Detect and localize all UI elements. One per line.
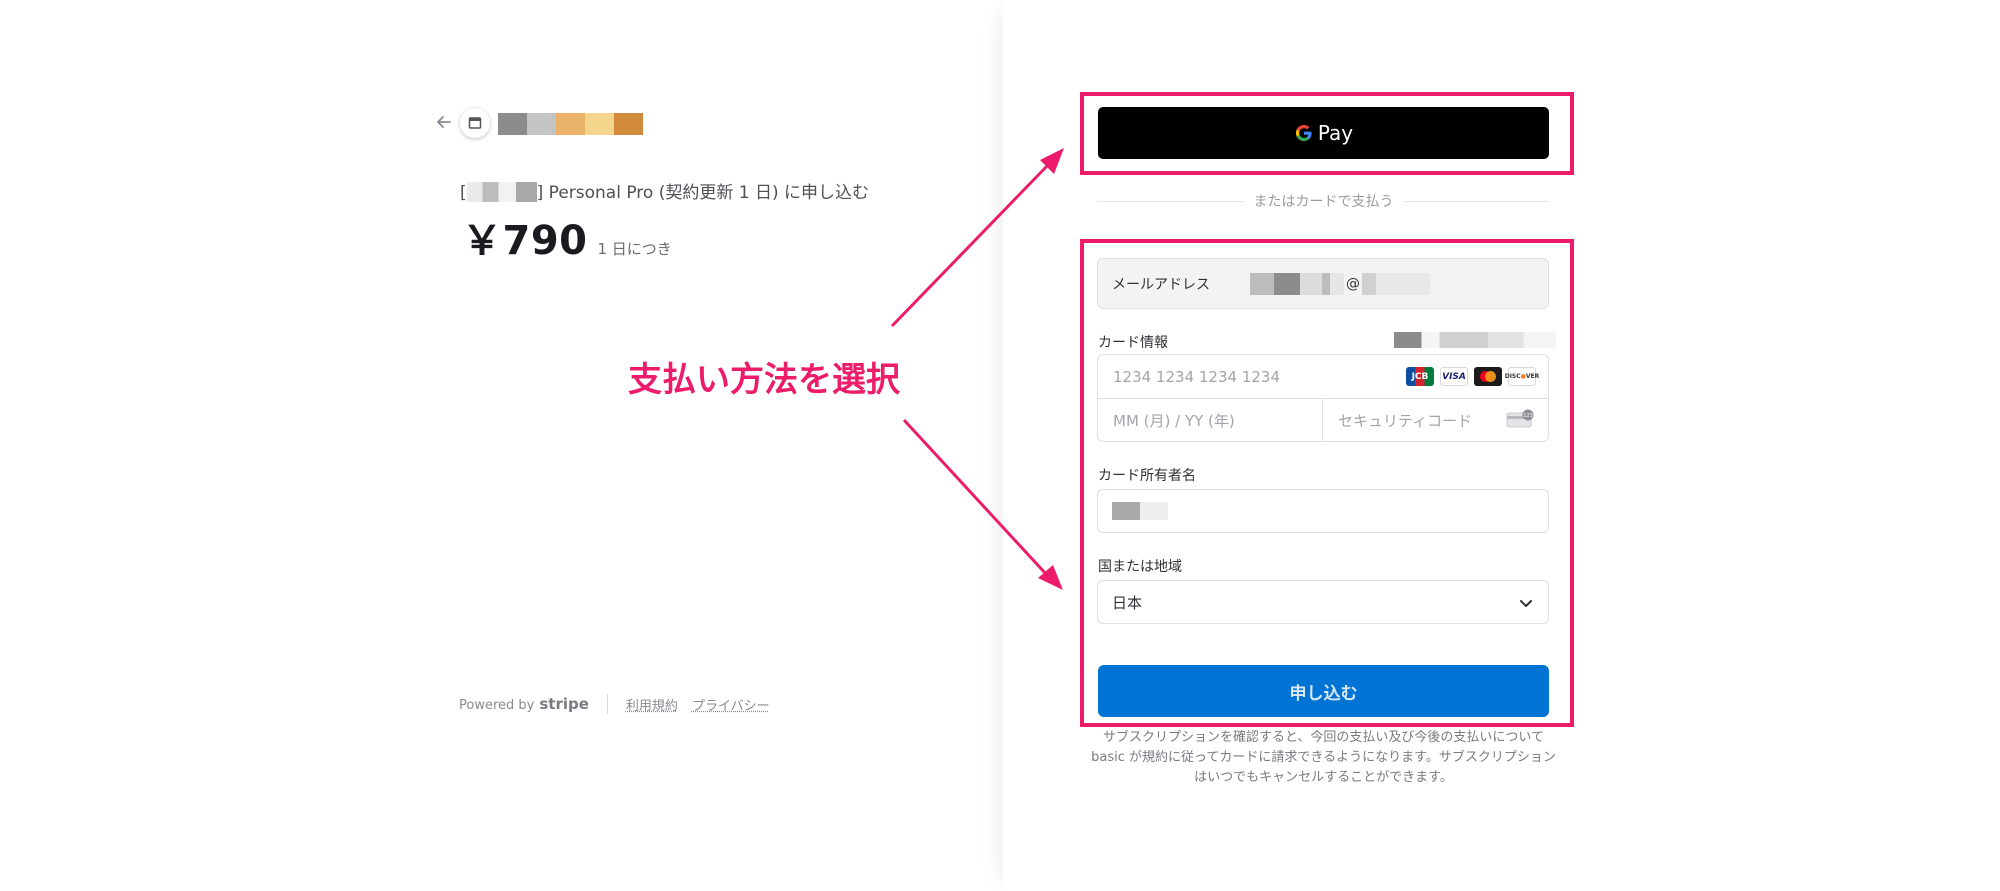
redaction-block	[498, 113, 527, 135]
back-arrow-icon[interactable]	[434, 112, 454, 132]
redaction-block	[585, 113, 614, 135]
terms-link[interactable]: 利用規約	[626, 695, 678, 714]
redaction-block	[527, 113, 556, 135]
annotation-label: 支払い方法を選択	[628, 360, 900, 400]
price-period: 1 日につき	[597, 240, 672, 258]
annotation-box-wallet	[1080, 92, 1574, 175]
stripe-logo: stripe	[539, 695, 589, 713]
merchant-name-redacted	[498, 113, 643, 135]
footer: Powered by stripe 利用規約 プライバシー	[459, 694, 784, 714]
store-icon	[468, 117, 482, 129]
price-amount: ￥790	[462, 218, 588, 264]
privacy-link[interactable]: プライバシー	[692, 695, 770, 714]
or-pay-with-card-divider: またはカードで支払う	[1098, 191, 1549, 211]
powered-by-stripe[interactable]: Powered by stripe	[459, 695, 589, 713]
footer-divider	[606, 694, 608, 714]
subscription-terms-text: サブスクリプションを確認すると、今回の支払い及び今後の支払いについて basic…	[1091, 730, 1556, 785]
redaction-block	[556, 113, 585, 135]
product-title: [] Personal Pro (契約更新 1 日) に申し込む	[460, 182, 870, 203]
annotation-box-card-form	[1080, 239, 1574, 727]
redaction-block	[614, 113, 643, 135]
redacted-text	[466, 182, 537, 202]
merchant-store-icon	[460, 108, 490, 138]
price-row: ￥790 1 日につき	[462, 208, 672, 266]
